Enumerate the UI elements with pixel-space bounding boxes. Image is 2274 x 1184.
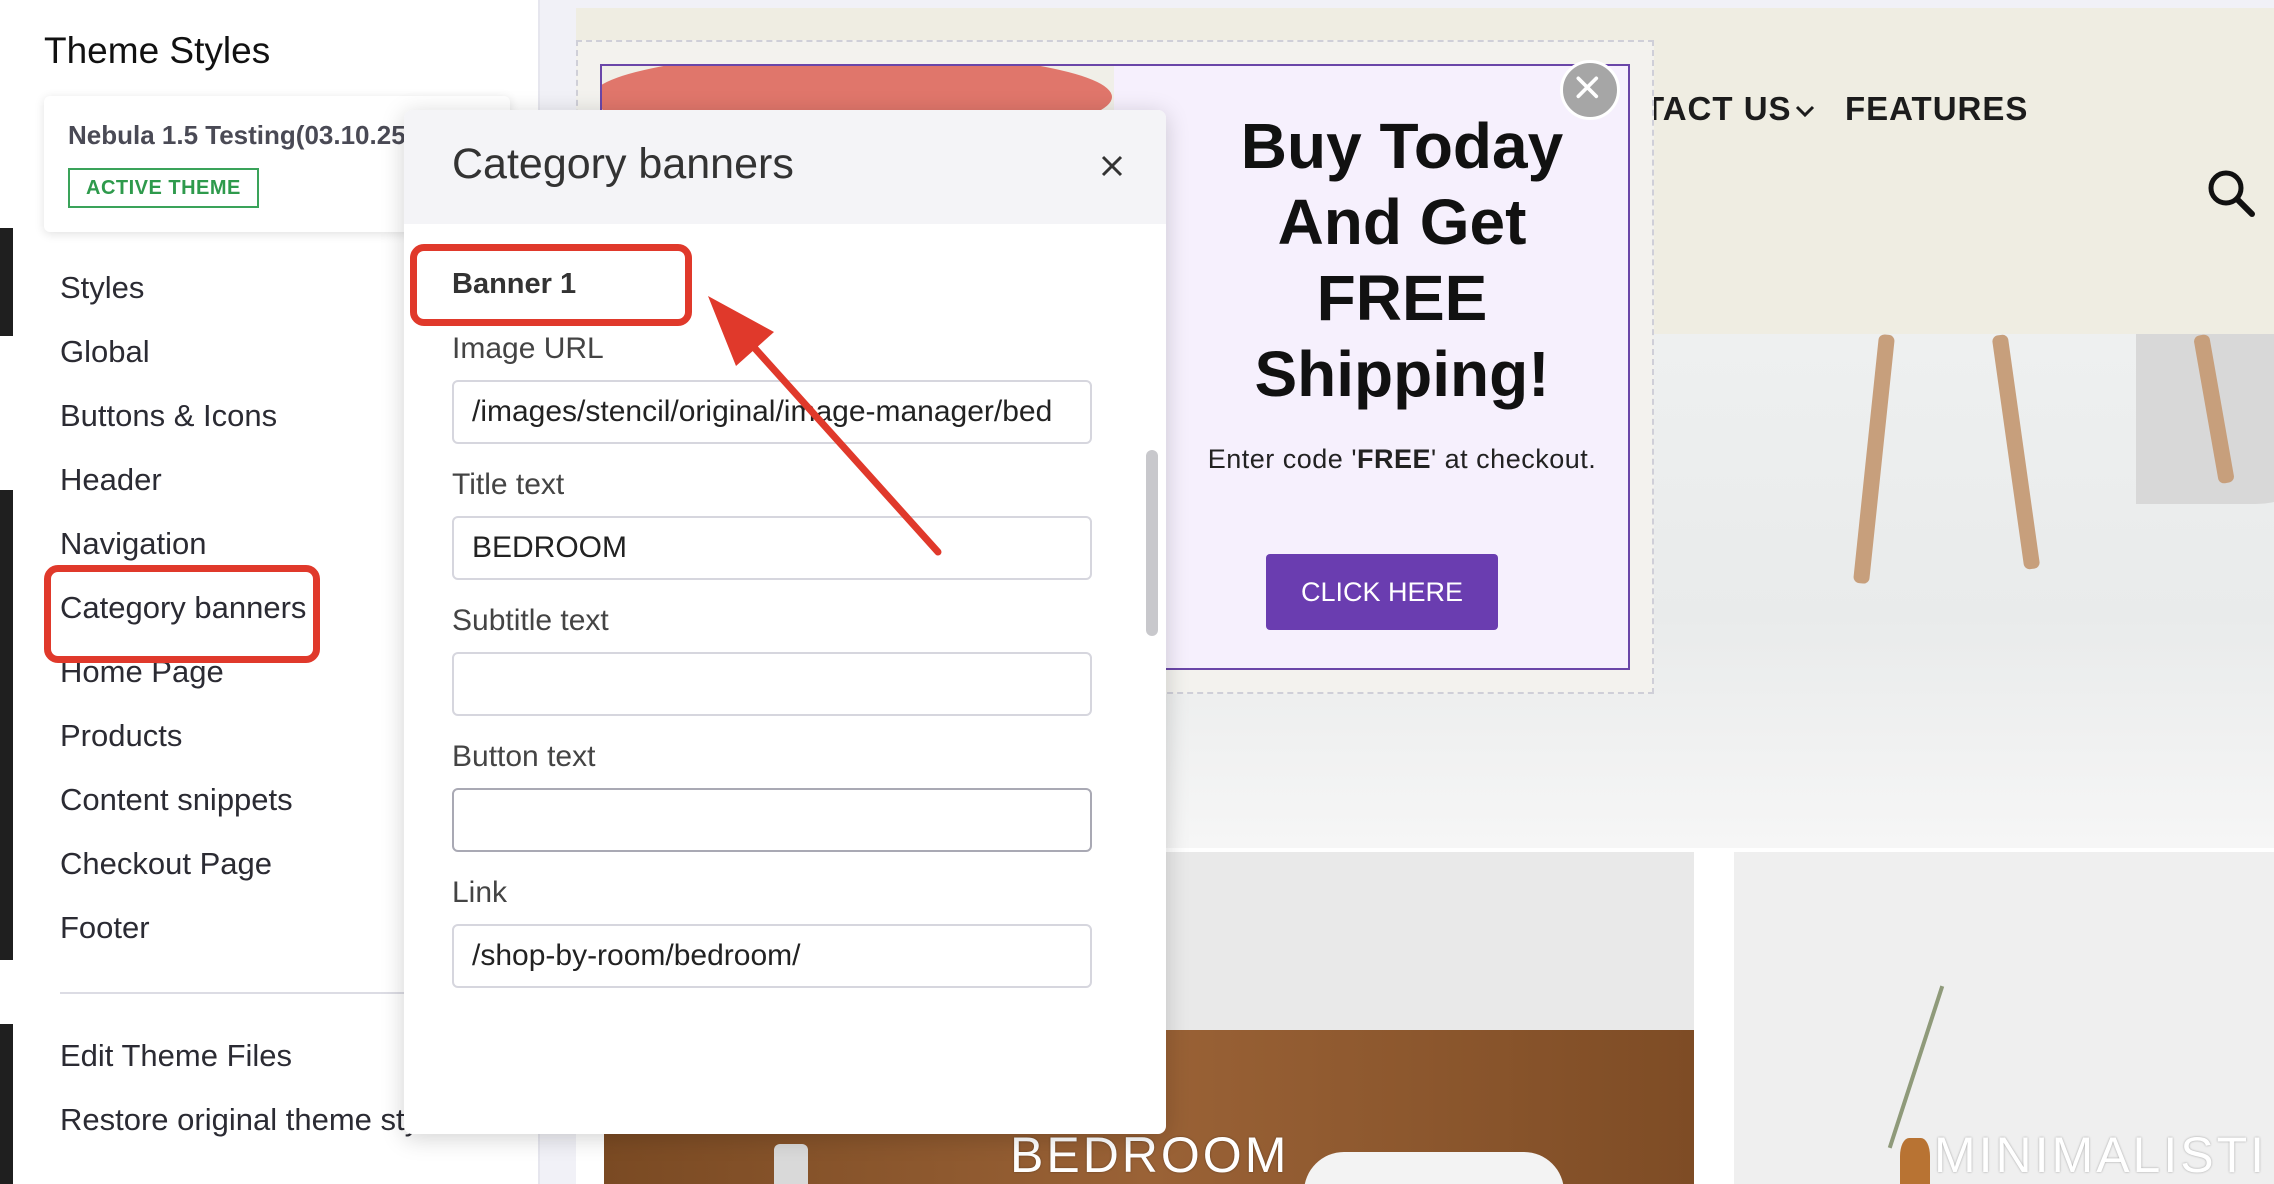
edge-segment xyxy=(0,1024,13,1184)
edit-theme-files-link[interactable]: Edit Theme Files xyxy=(60,1038,292,1074)
sidebar-item-navigation[interactable]: Navigation xyxy=(60,526,206,562)
title-text-label: Title text xyxy=(452,468,565,501)
sidebar-item-global[interactable]: Global xyxy=(60,334,150,370)
close-icon[interactable] xyxy=(1094,148,1130,184)
sidebar-title: Theme Styles xyxy=(44,30,271,71)
promo-code: FREE xyxy=(1356,444,1431,474)
edge-segment xyxy=(0,490,13,960)
sidebar-item-content-snippets[interactable]: Content snippets xyxy=(60,782,293,818)
edge-segment xyxy=(0,228,13,336)
sidebar-item-header[interactable]: Header xyxy=(60,462,162,498)
plant-image xyxy=(1887,985,1945,1149)
pillow-image xyxy=(1304,1152,1564,1184)
subtitle-text-input[interactable] xyxy=(452,652,1092,716)
button-text-label: Button text xyxy=(452,740,596,773)
theme-name: Nebula 1.5 Testing(03.10.25) xyxy=(68,120,415,150)
sidebar-item-footer[interactable]: Footer xyxy=(60,910,150,946)
promo-subtitle: Enter code 'FREE' at checkout. xyxy=(1192,440,1612,478)
vase-image xyxy=(1900,1138,1930,1184)
nav-features[interactable]: FEATURES xyxy=(1845,90,2028,128)
sidebar-item-home-page[interactable]: Home Page xyxy=(60,654,224,690)
button-text-input[interactable] xyxy=(452,788,1092,852)
link-input[interactable]: /shop-by-room/bedroom/ xyxy=(452,924,1092,988)
sidebar-item-buttons-icons[interactable]: Buttons & Icons xyxy=(60,398,277,434)
promo-title: Buy Today And Get FREE Shipping! xyxy=(1240,110,1564,410)
panel-scrollbar-thumb[interactable] xyxy=(1146,450,1158,636)
nav-contact-us[interactable]: TACT US xyxy=(1644,90,1792,128)
promo-close-button[interactable] xyxy=(1560,60,1620,120)
category-banners-panel: Category banners Banner 1 Image URL /ima… xyxy=(404,110,1166,1134)
promo-subtitle-suffix: ' at checkout. xyxy=(1431,444,1597,474)
window-edge xyxy=(0,0,13,1184)
chair-leg xyxy=(1852,334,1896,585)
sidebar-item-products[interactable]: Products xyxy=(60,718,182,754)
chair-leg xyxy=(1991,334,2041,570)
close-icon xyxy=(1576,76,1599,99)
banner-section-title[interactable]: Banner 1 xyxy=(452,268,576,301)
sidebar-item-category-banners[interactable]: Category banners xyxy=(60,590,306,626)
search-icon[interactable] xyxy=(2204,166,2258,220)
panel-header: Category banners xyxy=(404,110,1166,224)
link-label: Link xyxy=(452,876,508,909)
promo-subtitle-prefix: Enter code ' xyxy=(1207,444,1357,474)
image-url-input[interactable]: /images/stencil/original/image-manager/b… xyxy=(452,380,1092,444)
title-text-input[interactable]: BEDROOM xyxy=(452,516,1092,580)
image-url-label: Image URL xyxy=(452,332,604,365)
category-tile-label: MINIMALISTI xyxy=(1934,1127,2268,1183)
restore-theme-styles-link[interactable]: Restore original theme sty xyxy=(60,1102,420,1138)
panel-body: Banner 1 Image URL /images/stencil/origi… xyxy=(404,224,1166,1134)
active-theme-badge: ACTIVE THEME xyxy=(68,168,259,208)
chevron-down-icon[interactable] xyxy=(1794,100,1816,122)
promo-cta-button[interactable]: CLICK HERE xyxy=(1266,554,1498,630)
category-tile-label: BEDROOM xyxy=(1010,1127,1290,1183)
subtitle-text-label: Subtitle text xyxy=(452,604,609,637)
sidebar-item-checkout-page[interactable]: Checkout Page xyxy=(60,846,272,882)
lamp-image xyxy=(774,1144,808,1184)
category-tile-minimalist[interactable]: MINIMALISTI xyxy=(1734,852,2274,1184)
sidebar-item-styles[interactable]: Styles xyxy=(60,270,144,306)
panel-title: Category banners xyxy=(452,140,794,188)
